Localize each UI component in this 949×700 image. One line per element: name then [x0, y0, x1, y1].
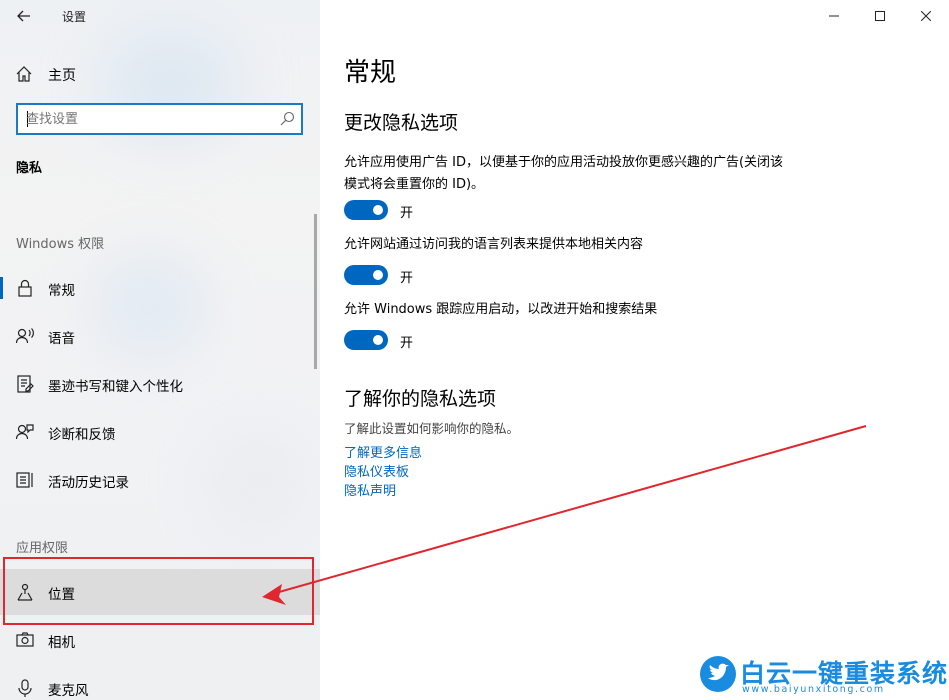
toggle-state-label: 开	[400, 206, 414, 221]
ad-id-toggle[interactable]	[344, 200, 388, 220]
close-button[interactable]	[903, 0, 949, 32]
setting-description-app-launch-tracking: 允许 Windows 跟踪应用启动，以改进开始和搜索结果	[344, 302, 658, 317]
setting-description-language-list: 允许网站通过访问我的语言列表来提供本地相关内容	[344, 237, 644, 252]
setting-description-ad-id: 允许应用使用广告 ID，以便基于你的应用活动投放你更感兴趣的广告(关闭该模式将会…	[344, 155, 784, 192]
language-list-toggle[interactable]	[344, 265, 388, 285]
watermark-url: www.baiyunxitong.com	[742, 684, 885, 695]
close-icon	[921, 11, 931, 21]
section-title-know-privacy: 了解你的隐私选项	[344, 388, 497, 410]
learn-more-link[interactable]: 了解更多信息	[344, 442, 422, 461]
minimize-icon	[829, 15, 839, 17]
section-title-change-privacy: 更改隐私选项	[344, 112, 459, 134]
privacy-statement-link[interactable]: 隐私声明	[344, 480, 396, 499]
toggle-state-label: 开	[400, 271, 414, 286]
page-title: 常规	[344, 58, 397, 88]
bird-icon	[708, 663, 729, 681]
minimize-button[interactable]	[811, 0, 857, 32]
section-description: 了解此设置如何影响你的隐私。	[344, 421, 520, 436]
watermark-logo	[700, 656, 736, 692]
privacy-dashboard-link[interactable]: 隐私仪表板	[344, 461, 409, 480]
window-controls	[811, 0, 949, 32]
watermark: 白云一键重装系统 www.baiyunxitong.com	[700, 654, 947, 698]
app-launch-tracking-toggle[interactable]	[344, 330, 388, 350]
annotation-arrow	[262, 425, 867, 605]
maximize-button[interactable]	[857, 0, 903, 32]
maximize-icon	[875, 11, 885, 21]
toggle-state-label: 开	[400, 336, 414, 351]
